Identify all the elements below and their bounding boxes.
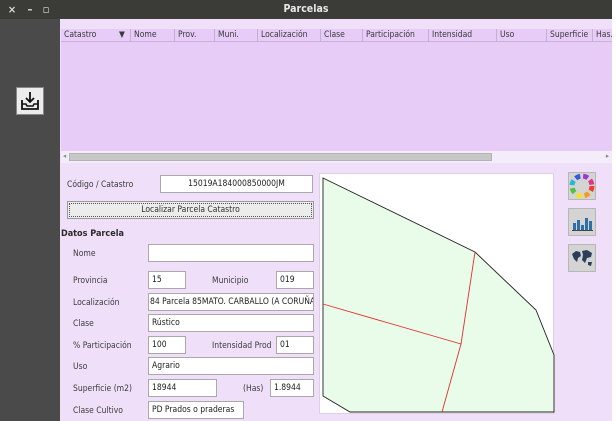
export-tray-icon (21, 92, 39, 110)
parcel-map[interactable] (319, 173, 555, 414)
column-header-localizacion[interactable]: Localización (258, 29, 321, 42)
clase-cultivo-label: Clase Cultivo (73, 406, 123, 416)
column-header-has[interactable]: Has. (593, 29, 612, 42)
scroll-left-icon[interactable]: ◂ (63, 152, 66, 160)
intensidad-prod-label: Intensidad Prod (212, 341, 272, 351)
has-field[interactable]: 1.8944 (270, 379, 314, 397)
clase-cultivo-field[interactable]: PD Prados o praderas (148, 401, 244, 419)
sort-down-icon: ▼ (119, 30, 125, 40)
scroll-right-icon[interactable]: ▸ (606, 152, 609, 160)
column-header-nome[interactable]: Nome (131, 29, 175, 42)
column-header-participacion[interactable]: Participación (363, 29, 429, 42)
superficie-label: Superficie (m2) (73, 384, 132, 394)
left-toolbar (0, 19, 60, 421)
intensidad-prod-field[interactable]: 01 (276, 336, 314, 354)
clase-field[interactable]: Rústico (148, 314, 314, 332)
parcel-shape (322, 177, 555, 413)
window-title: Parcelas (283, 3, 329, 15)
column-header-intensidad[interactable]: Intensidad (429, 29, 497, 42)
color-wheel-icon (569, 173, 595, 199)
uso-field[interactable]: Agrario (148, 357, 314, 375)
column-header-prov[interactable]: Prov. (175, 29, 215, 42)
parcels-table[interactable] (61, 29, 612, 151)
codigo-catastro-input[interactable]: 15019A184000850000JM (160, 175, 313, 193)
participacion-label: % Participación (73, 341, 132, 351)
world-map-icon (572, 250, 592, 266)
world-map-button[interactable] (568, 244, 596, 272)
municipio-label: Municipio (212, 276, 249, 286)
localizar-parcela-button[interactable]: Localizar Parcela Catastro (67, 201, 314, 219)
bar-chart-button[interactable] (568, 208, 596, 236)
bar-chart-icon (572, 218, 593, 231)
clase-label: Clase (73, 319, 94, 329)
title-bar: × – ▫ Parcelas (0, 0, 612, 19)
scrollbar-thumb[interactable] (69, 153, 492, 161)
column-header-clase[interactable]: Clase (321, 29, 363, 42)
has-label: (Has) (243, 384, 264, 394)
superficie-field[interactable]: 18944 (148, 379, 217, 397)
color-wheel-button[interactable] (568, 172, 596, 200)
export-button[interactable] (16, 87, 44, 115)
parcelas-window: × – ▫ Parcelas Catastro ▼ Nome Prov. Muni… (0, 0, 612, 421)
provincia-label: Provincia (73, 276, 108, 286)
uso-label: Uso (73, 362, 88, 372)
column-header-superficie[interactable]: Superficie (547, 29, 593, 42)
nome-field[interactable] (148, 244, 314, 262)
localizacion-label: Localización (73, 298, 120, 308)
datos-parcela-heading: Datos Parcela (61, 229, 124, 239)
column-header-muni[interactable]: Muni. (215, 29, 258, 42)
column-header-uso[interactable]: Uso (497, 29, 547, 42)
participacion-field[interactable]: 100 (148, 336, 186, 354)
parcel-polygon (322, 177, 555, 413)
localizacion-field[interactable]: 84 Parcela 85MATO. CARBALLO (A CORUÑA) (148, 293, 314, 311)
column-header-catastro[interactable]: Catastro ▼ (61, 29, 131, 42)
horizontal-scrollbar[interactable]: ◂ ▸ (61, 151, 612, 163)
table-header: Catastro ▼ Nome Prov. Muni. Localización … (61, 29, 612, 42)
municipio-field[interactable]: 019 (276, 271, 314, 289)
codigo-catastro-label: Código / Catastro (67, 180, 134, 190)
provincia-field[interactable]: 15 (148, 271, 186, 289)
nome-label: Nome (73, 249, 96, 259)
